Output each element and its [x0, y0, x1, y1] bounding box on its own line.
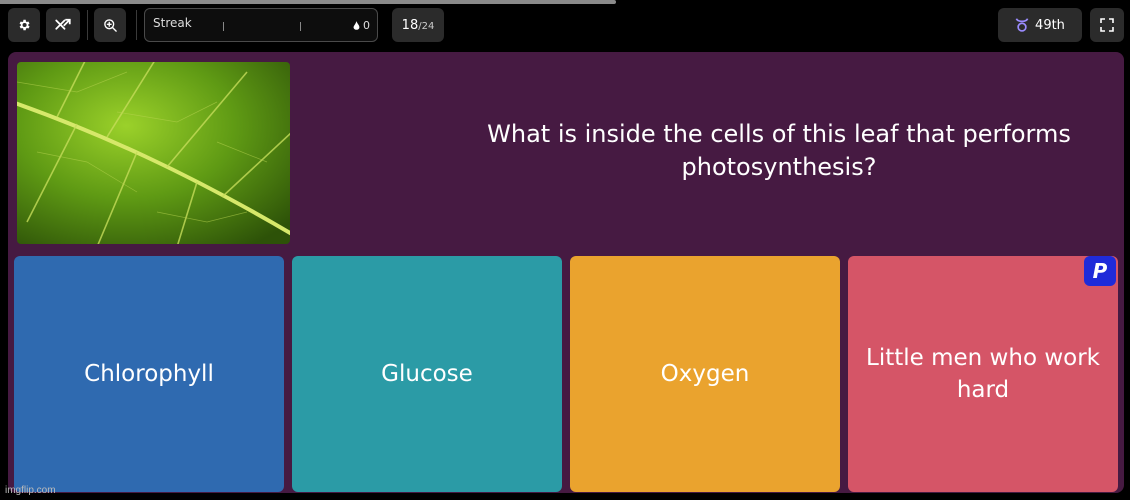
taurus-icon — [1015, 18, 1029, 32]
question-text: What is inside the cells of this leaf th… — [487, 120, 1071, 181]
streak-count: 0 — [353, 19, 370, 32]
quiz-progress-bar — [0, 0, 616, 4]
streak-tick — [223, 22, 224, 31]
zoom-button[interactable] — [94, 8, 126, 42]
power-up-button[interactable] — [46, 8, 80, 42]
flame-icon — [353, 20, 360, 30]
streak-tick — [300, 22, 301, 31]
answer-option-3[interactable]: Oxygen — [570, 256, 840, 492]
question-current: 18 — [401, 17, 419, 33]
toolbar-divider — [136, 10, 137, 40]
question-image — [17, 62, 290, 244]
gear-icon — [19, 19, 30, 31]
settings-button[interactable] — [8, 8, 40, 42]
answer-option-2[interactable]: Glucose — [292, 256, 562, 492]
rank-value: 49th — [1035, 17, 1065, 33]
toolbar-divider — [87, 10, 88, 40]
rank-badge: 49th — [998, 8, 1082, 42]
watermark: imgflip.com — [5, 485, 56, 496]
question-counter: 18/24 — [392, 8, 444, 42]
answer-option-1[interactable]: Chlorophyll — [14, 256, 284, 492]
fullscreen-icon — [1100, 18, 1114, 32]
streak-count-value: 0 — [363, 19, 370, 32]
streak-label: Streak — [153, 16, 192, 30]
streak-meter: Streak 0 — [144, 8, 378, 42]
shuffle-icon — [55, 18, 71, 30]
power-up-badge[interactable]: P — [1084, 256, 1116, 286]
question-total: /24 — [418, 20, 435, 32]
leaf-image — [17, 62, 290, 244]
answer-option-4[interactable]: Little men who work hard — [848, 256, 1118, 492]
zoom-in-icon — [103, 18, 117, 32]
fullscreen-button[interactable] — [1090, 8, 1124, 42]
